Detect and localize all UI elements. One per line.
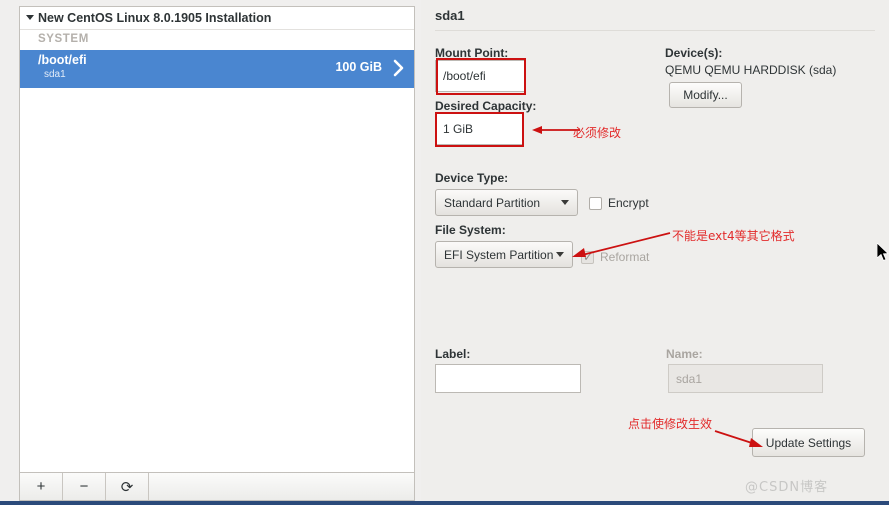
- partition-toolbar: + − ⟳: [19, 473, 415, 501]
- partition-tree[interactable]: New CentOS Linux 8.0.1905 Installation S…: [19, 6, 415, 473]
- device-type-label: Device Type:: [435, 171, 509, 185]
- chevron-down-icon: [556, 252, 564, 257]
- partition-row-boot-efi[interactable]: /boot/efi sda1 100 GiB: [20, 50, 414, 88]
- reformat-checkbox: ✓: [581, 249, 594, 264]
- name-field-label: Name:: [666, 347, 703, 361]
- partition-list-panel: New CentOS Linux 8.0.1905 Installation S…: [0, 0, 421, 505]
- annotation-text-click-to-apply: 点击使修改生效: [628, 417, 713, 431]
- mount-point-label: Mount Point:: [435, 46, 509, 60]
- title-divider: [435, 30, 875, 31]
- remove-partition-button[interactable]: −: [63, 473, 106, 500]
- annotation-text-not-ext4: 不能是ext4等其它格式: [672, 229, 795, 243]
- label-field-label: Label:: [435, 347, 471, 361]
- desired-capacity-input[interactable]: [435, 113, 523, 145]
- checkmark-icon: ✓: [583, 249, 594, 264]
- installation-group-header[interactable]: New CentOS Linux 8.0.1905 Installation: [20, 7, 414, 30]
- refresh-partitions-button[interactable]: ⟳: [106, 473, 149, 500]
- device-type-value: Standard Partition: [444, 195, 541, 210]
- file-system-value: EFI System Partition: [444, 247, 554, 262]
- encrypt-label: Encrypt: [608, 196, 649, 210]
- reformat-checkbox-row: ✓ Reformat: [581, 250, 649, 264]
- devices-label: Device(s):: [665, 46, 723, 60]
- mount-point-input[interactable]: [435, 60, 525, 92]
- label-field-input[interactable]: [435, 364, 581, 393]
- system-subgroup-label: SYSTEM: [38, 33, 89, 45]
- device-type-combo[interactable]: Standard Partition: [435, 189, 578, 216]
- annotation-text-must-modify: 必须修改: [573, 126, 622, 140]
- installation-group-label: New CentOS Linux 8.0.1905 Installation: [38, 11, 272, 25]
- chevron-right-icon[interactable]: [393, 59, 405, 77]
- bottom-strip: [0, 501, 889, 505]
- encrypt-checkbox[interactable]: [589, 196, 602, 210]
- expander-triangle-icon[interactable]: [26, 15, 34, 21]
- chevron-down-icon: [561, 200, 569, 205]
- partition-size: 100 GiB: [335, 60, 382, 74]
- name-field-input: [668, 364, 823, 393]
- modify-devices-button[interactable]: Modify...: [669, 82, 742, 108]
- detail-title: sda1: [435, 8, 465, 23]
- add-partition-button[interactable]: +: [20, 473, 63, 500]
- update-settings-button[interactable]: Update Settings: [752, 428, 865, 457]
- reformat-label: Reformat: [600, 250, 650, 264]
- devices-value: QEMU QEMU HARDDISK (sda): [665, 63, 837, 77]
- file-system-combo[interactable]: EFI System Partition: [435, 241, 573, 268]
- desired-capacity-label: Desired Capacity:: [435, 99, 537, 113]
- file-system-label: File System:: [435, 223, 506, 237]
- toolbar-filler: [149, 473, 414, 500]
- encrypt-checkbox-row[interactable]: Encrypt: [589, 196, 649, 210]
